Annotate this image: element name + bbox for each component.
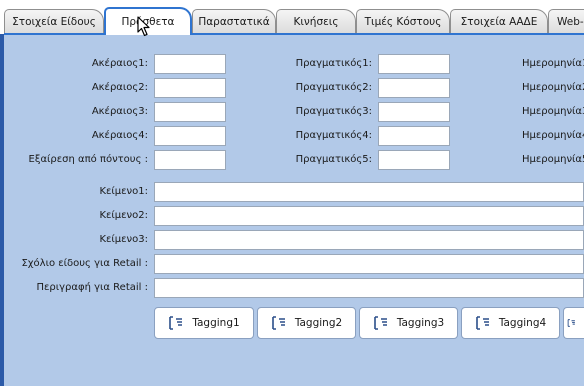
tag-list-icon <box>374 316 387 330</box>
text2-label: Κείμενο2: <box>99 210 148 221</box>
tagging4-label: Tagging4 <box>498 317 547 329</box>
date3-label: Ημερομηνία3 <box>522 106 584 117</box>
int1-label: Ακέραιος1: <box>91 58 148 69</box>
tagging5-button[interactable] <box>563 307 584 339</box>
tab-web[interactable]: Web- <box>548 9 584 33</box>
real2-field[interactable] <box>378 78 450 98</box>
tagging3-button[interactable]: Tagging3 <box>359 307 458 339</box>
tagging1-label: Tagging1 <box>192 317 240 329</box>
int2-field[interactable] <box>154 78 226 98</box>
date5-label: Ημερομηνία5 <box>522 154 584 165</box>
date2-label: Ημερομηνία2 <box>522 82 584 93</box>
text2-field[interactable] <box>154 206 584 226</box>
text3-label: Κείμενο3: <box>99 234 148 245</box>
tagging2-button[interactable]: Tagging2 <box>257 307 356 339</box>
tab-item-info[interactable]: Στοιχεία Είδους <box>4 9 104 33</box>
retail-comment-label: Σχόλιο είδους για Retail : <box>21 258 148 269</box>
int3-label: Ακέραιος3: <box>91 106 148 117</box>
int3-field[interactable] <box>154 102 226 122</box>
mouse-pointer-icon <box>137 16 150 37</box>
int1-field[interactable] <box>154 54 226 74</box>
int4-field[interactable] <box>154 126 226 146</box>
tab-aade-info[interactable]: Στοιχεία ΑΑΔΕ <box>450 9 548 33</box>
tagging1-button[interactable]: Tagging1 <box>154 307 254 339</box>
real3-field[interactable] <box>378 102 450 122</box>
retail-comment-field[interactable] <box>154 254 584 274</box>
date1-label: Ημερομηνία1 <box>522 58 584 69</box>
retail-description-label: Περιγραφή για Retail : <box>36 282 148 293</box>
points-exemption-label: Εξαίρεση από πόντους : <box>28 154 148 165</box>
tag-list-icon <box>476 316 489 330</box>
tag-list-icon <box>567 319 575 327</box>
real4-label: Πραγματικός4: <box>295 130 372 141</box>
real2-label: Πραγματικός2: <box>295 82 372 93</box>
date4-label: Ημερομηνία4 <box>522 130 584 141</box>
real5-field[interactable] <box>378 150 450 170</box>
real1-field[interactable] <box>378 54 450 74</box>
tagging3-label: Tagging3 <box>396 317 445 329</box>
retail-description-field[interactable] <box>154 278 584 298</box>
int2-label: Ακέραιος2: <box>91 82 148 93</box>
text1-field[interactable] <box>154 182 584 202</box>
tagging2-label: Tagging2 <box>294 317 343 329</box>
tab-strip: Στοιχεία Είδους Πρόσθετα Παραστατικά Κιν… <box>0 0 584 35</box>
text1-label: Κείμενο1: <box>99 186 148 197</box>
real4-field[interactable] <box>378 126 450 146</box>
tab-movements[interactable]: Κινήσεις <box>276 9 356 33</box>
tagging4-button[interactable]: Tagging4 <box>461 307 560 339</box>
text3-field[interactable] <box>154 230 584 250</box>
tab-documents[interactable]: Παραστατικά <box>192 9 276 33</box>
tag-list-icon <box>169 316 183 330</box>
real5-label: Πραγματικός5: <box>295 154 372 165</box>
tag-list-icon <box>272 316 285 330</box>
real1-label: Πραγματικός1: <box>295 58 372 69</box>
tab-cost-prices[interactable]: Τιμές Κόστους <box>356 9 450 33</box>
int4-label: Ακέραιος4: <box>91 130 148 141</box>
real3-label: Πραγματικός3: <box>295 106 372 117</box>
points-exemption-field[interactable] <box>154 150 226 170</box>
